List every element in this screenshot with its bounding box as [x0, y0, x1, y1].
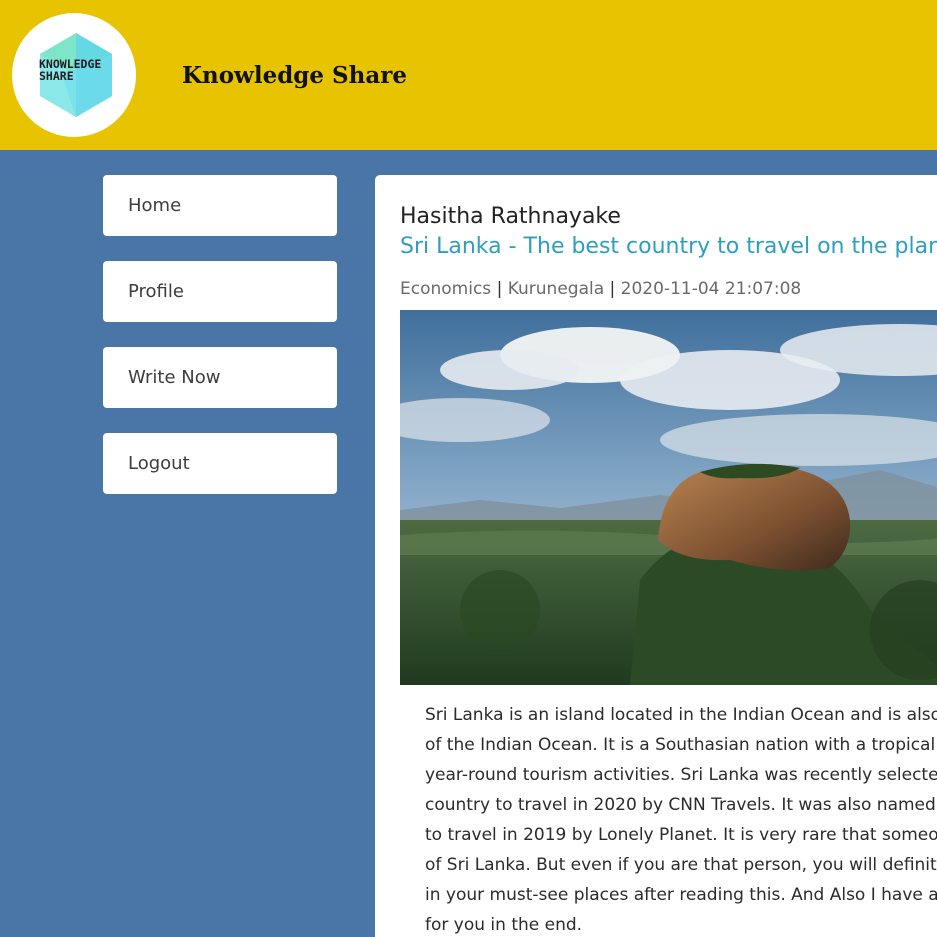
- post-card: Hasitha Rathnayake Sri Lanka - The best …: [375, 175, 937, 937]
- post-location: Kurunegala: [507, 279, 605, 299]
- site-title[interactable]: Knowledge Share: [182, 62, 407, 89]
- post-datetime: 2020-11-04 21:07:08: [620, 279, 802, 299]
- sidebar-item-logout[interactable]: Logout: [103, 433, 337, 494]
- post-body: Sri Lanka is an island located in the In…: [425, 700, 937, 937]
- body-line: for you in the end.: [425, 915, 583, 935]
- body-line: to travel in 2019 by Lonely Planet. It i…: [425, 825, 937, 845]
- sidebar-item-write-now[interactable]: Write Now: [103, 347, 337, 408]
- body-line: of Sri Lanka. But even if you are that p…: [425, 855, 937, 875]
- body-line: Sri Lanka is an island located in the In…: [425, 705, 937, 725]
- post-image: [400, 310, 937, 685]
- post-title[interactable]: Sri Lanka - The best country to travel o…: [400, 234, 937, 259]
- body-line: in your must-see places after reading th…: [425, 885, 937, 905]
- body-line: year-round tourism activities. Sri Lanka…: [425, 765, 937, 785]
- meta-separator: |: [609, 279, 616, 299]
- logo-text-line-2: SHARE: [39, 69, 74, 83]
- meta-separator: |: [496, 279, 503, 299]
- logo[interactable]: KNOWLEDGE SHARE: [12, 13, 136, 137]
- post-author[interactable]: Hasitha Rathnayake: [400, 204, 621, 229]
- body-line: of the Indian Ocean. It is a Southasian …: [425, 735, 936, 755]
- post-meta: Economics | Kurunegala | 2020-11-04 21:0…: [400, 279, 801, 299]
- sidebar-item-home[interactable]: Home: [103, 175, 337, 236]
- logo-text: KNOWLEDGE SHARE: [39, 58, 101, 82]
- site-header: KNOWLEDGE SHARE Knowledge Share: [0, 0, 937, 150]
- sidebar-item-profile[interactable]: Profile: [103, 261, 337, 322]
- post-category: Economics: [400, 279, 492, 299]
- body-line: country to travel in 2020 by CNN Travels…: [425, 795, 936, 815]
